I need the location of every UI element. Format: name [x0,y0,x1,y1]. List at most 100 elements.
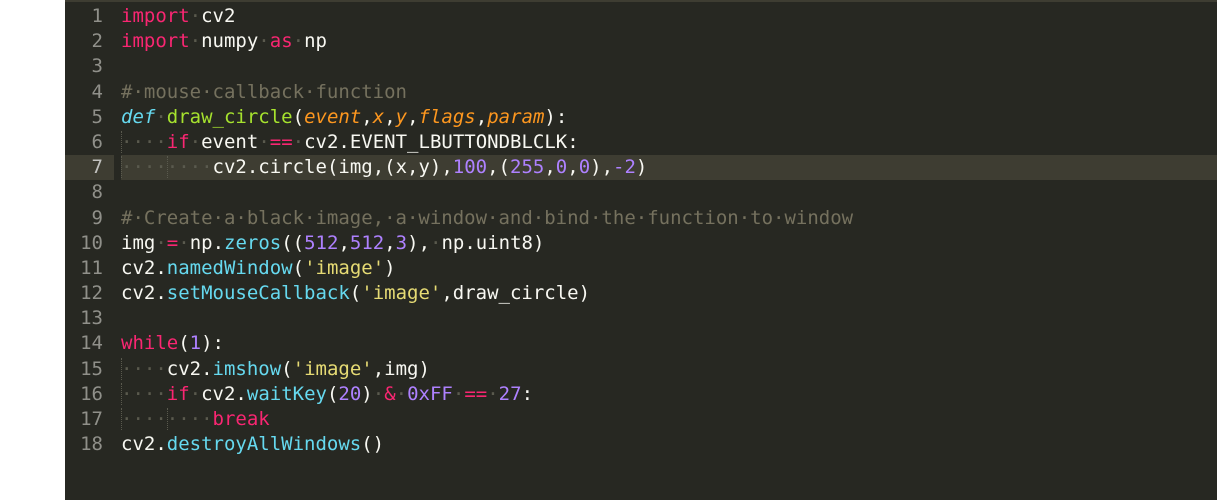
whitespace-marker: · [258,30,270,53]
line-number: 14 [80,332,103,355]
code-token: , [407,105,419,128]
code-line[interactable]: #·Create·a·black·image,·a·window·and·bin… [121,206,1217,231]
code-token: ) [384,256,396,279]
code-line[interactable] [121,306,1217,331]
code-token: imshow [212,357,282,380]
code-token: param [487,105,545,128]
code-token: #·Create·a·black·image,·a·window·and·bin… [121,206,854,229]
code-line[interactable]: cv2.destroyAllWindows() [121,432,1217,457]
code-line[interactable]: ····cv2.imshow('image',img) [121,357,1217,382]
code-token: circle [258,156,327,179]
code-line[interactable]: #·mouse·callback·function [121,80,1217,105]
code-token: & [384,382,396,405]
line-number: 17 [80,408,103,430]
code-token: (( [281,231,305,254]
code-token: 0xFF [407,382,453,405]
whitespace-marker: · [155,105,167,128]
line-number: 1 [91,5,103,27]
code-token: if [166,382,190,405]
line-number: 3 [91,55,103,78]
code-line[interactable]: import·numpy·as·np [121,29,1217,54]
code-token: cv2. [212,156,259,179]
code-token: import [121,5,190,27]
code-line[interactable]: cv2.namedWindow('image') [121,256,1217,281]
code-token: np [304,30,327,53]
code-line[interactable]: def·draw_circle(event,x,y,flags,param): [121,105,1217,130]
code-token: np. [189,231,225,254]
code-token: : [521,382,534,405]
code-token: cv2. [121,256,167,279]
code-line[interactable]: while(1): [121,331,1217,356]
code-token: destroyAllWindows [166,433,362,456]
line-number: 6 [91,130,103,153]
code-token: np.uint8) [441,231,545,254]
code-token: ): [544,105,568,128]
code-token: == [269,130,293,153]
whitespace-marker: · [189,382,202,405]
whitespace-marker: ···· [121,408,167,430]
whitespace-marker: · [487,382,499,405]
whitespace-marker: · [189,5,202,27]
code-editor[interactable]: 1 2 3 4 5 6 7 8 9 10 11 12 13 14 15 16 17 18 import·cv2 im… [65,0,1217,500]
code-token: , [338,231,350,254]
code-token: 512 [349,231,385,254]
code-token: ( [281,357,293,380]
code-token: 'image' [361,282,442,305]
code-token: ), [590,156,614,179]
whitespace-marker: ···· [166,156,213,179]
code-token: draw_circle [166,105,293,128]
code-token: while [121,332,179,355]
whitespace-marker: · [189,130,202,153]
whitespace-marker: · [292,130,305,153]
code-line[interactable]: img·=·np.zeros((512,512,3),·np.uint8) [121,231,1217,256]
code-token: ,( [487,156,510,179]
code-token: 1 [189,332,202,355]
code-area[interactable]: import·cv2 import·numpy·as·np #·mouse·call… [121,4,1217,457]
code-token: img [121,231,156,254]
whitespace-marker: · [430,231,442,254]
code-token: ,img) [372,357,430,380]
line-number: 7 [65,155,114,181]
code-token: ,draw_circle) [441,282,591,305]
whitespace-marker: ···· [166,408,213,430]
code-token: , [384,105,396,128]
code-token: cv2. [121,433,167,456]
code-token: cv2. [121,282,167,305]
code-token: y [395,105,408,128]
line-number: 9 [91,206,103,229]
code-token: x [372,105,385,128]
code-token: cv2. [166,357,213,380]
line-number: 18 [80,433,103,456]
code-token: ) [361,382,373,405]
code-line[interactable]: cv2.setMouseCallback('image',draw_circle… [121,281,1217,306]
line-number: 13 [80,307,103,330]
code-line[interactable]: ········cv2.circle(img,(x,y),100,(255,0,… [121,155,1217,181]
code-token: setMouseCallback [166,282,350,305]
code-token: 512 [304,231,339,254]
code-token: as [269,30,293,53]
line-number: 4 [91,80,103,103]
code-token: 'image' [292,357,373,380]
whitespace-marker: ···· [121,130,167,153]
code-token: ( [326,382,339,405]
code-token: ( [292,256,305,279]
code-token: ( [349,282,362,305]
whitespace-marker: · [395,382,408,405]
code-line[interactable] [121,54,1217,79]
code-token: == [464,382,488,405]
whitespace-marker: ···· [121,357,167,380]
code-line[interactable]: ····if·event·==·cv2.EVENT_LBUTTONDBLCLK: [121,130,1217,155]
code-token: = [166,231,179,254]
code-token: , [544,156,556,179]
code-token: -2 [613,156,636,179]
code-token: zeros [224,231,282,254]
code-line[interactable]: ····if·cv2.waitKey(20)·&·0xFF·==·27: [121,382,1217,407]
code-line[interactable]: import·cv2 [121,4,1217,29]
whitespace-marker: · [292,30,305,53]
line-number: 16 [80,382,103,405]
code-token: , [475,105,488,128]
code-line[interactable]: ········break [121,407,1217,432]
code-line[interactable] [121,180,1217,205]
code-token: cv2 [201,5,236,27]
code-token: ), [407,231,431,254]
